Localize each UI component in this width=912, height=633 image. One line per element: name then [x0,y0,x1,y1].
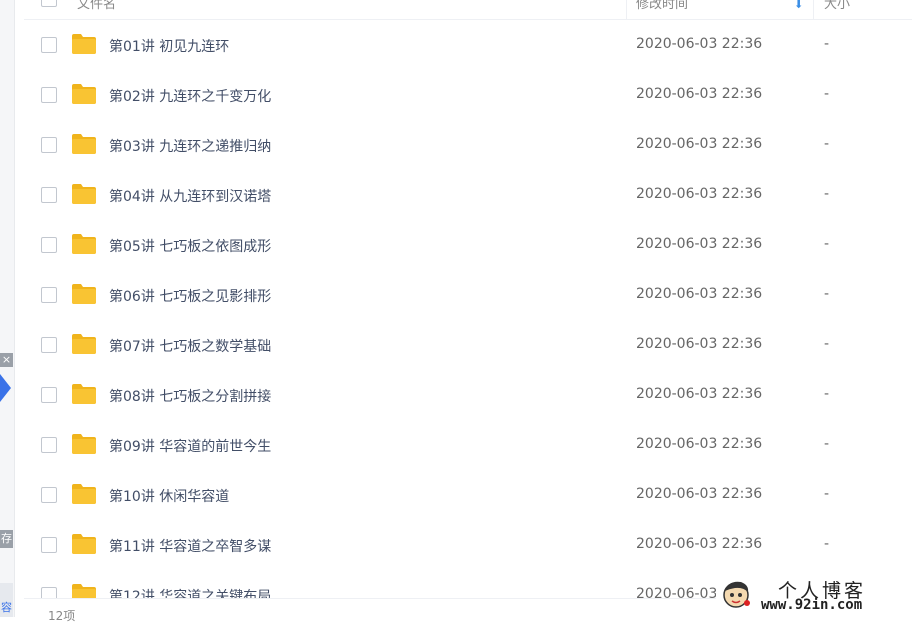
folder-icon [72,284,96,304]
file-name[interactable]: 第08讲 七巧板之分割拼接 [109,386,271,406]
folder-icon [72,584,96,598]
row-checkbox[interactable] [41,537,57,553]
row-checkbox[interactable] [41,37,57,53]
column-divider[interactable] [626,0,627,19]
file-name[interactable]: 第12讲 华容道之关键布局 [109,586,271,598]
file-row[interactable]: 第04讲 从九连环到汉诺塔 2020-06-03 22:36 - [24,170,912,220]
watermark: 个人博客 www.92in.com [716,573,912,617]
column-header-name[interactable]: 文件名 [77,0,116,12]
folder-icon [72,434,96,454]
folder-icon [72,184,96,204]
row-checkbox[interactable] [41,287,57,303]
file-size: - [824,486,830,502]
file-modified-date: 2020-06-03 22:36 [636,536,763,552]
file-row[interactable]: 第08讲 七巧板之分割拼接 2020-06-03 22:36 - [24,370,912,420]
file-row[interactable]: 第10讲 休闲华容道 2020-06-03 22:36 - [24,470,912,520]
file-name[interactable]: 第09讲 华容道的前世今生 [109,436,271,456]
folder-icon [72,84,96,104]
file-row[interactable]: 第06讲 七巧板之见影排形 2020-06-03 22:36 - [24,270,912,320]
file-name[interactable]: 第03讲 九连环之递推归纳 [109,136,271,156]
file-row[interactable]: 第03讲 九连环之递推归纳 2020-06-03 22:36 - [24,120,912,170]
file-modified-date: 2020-06-03 22:36 [636,286,763,302]
file-row[interactable]: 第11讲 华容道之卒智多谋 2020-06-03 22:36 - [24,520,912,570]
file-size: - [824,536,830,552]
row-checkbox[interactable] [41,437,57,453]
file-name[interactable]: 第04讲 从九连环到汉诺塔 [109,186,271,206]
file-modified-date: 2020-06-03 22:36 [636,386,763,402]
file-modified-date: 2020-06-03 22:36 [636,36,763,52]
row-checkbox[interactable] [41,487,57,503]
file-row[interactable]: 第09讲 华容道的前世今生 2020-06-03 22:36 - [24,420,912,470]
file-modified-date: 2020-06-03 22:36 [636,86,763,102]
column-header-date[interactable]: 修改时间 [636,0,688,12]
file-name[interactable]: 第02讲 九连环之千变万化 [109,86,271,106]
file-name[interactable]: 第07讲 七巧板之数学基础 [109,336,271,356]
folder-icon [72,484,96,504]
folder-icon [72,534,96,554]
folder-icon [72,34,96,54]
row-checkbox[interactable] [41,137,57,153]
row-checkbox[interactable] [41,237,57,253]
file-size: - [824,436,830,452]
close-icon[interactable]: × [0,353,13,367]
file-name[interactable]: 第05讲 七巧板之依图成形 [109,236,271,256]
file-size: - [824,86,830,102]
folder-icon [72,384,96,404]
side-tab-label[interactable]: 存 [0,530,13,548]
folder-icon [72,134,96,154]
file-size: - [824,136,830,152]
folder-icon [72,234,96,254]
file-size: - [824,236,830,252]
file-size: - [824,286,830,302]
file-list: 第01讲 初见九连环 2020-06-03 22:36- 第02讲 九连环之千变万化… [24,20,912,598]
expand-arrow-icon[interactable] [0,374,11,402]
row-checkbox[interactable] [41,387,57,403]
file-row[interactable]: 第01讲 初见九连环 2020-06-03 22:36 - [24,20,912,70]
file-modified-date: 2020-06-03 22:36 [636,236,763,252]
row-checkbox[interactable] [41,587,57,598]
file-modified-date: 2020-06-03 22:36 [636,136,763,152]
mascot-logo-icon [723,581,750,608]
file-size: - [824,386,830,402]
watermark-url: www.92in.com [761,597,863,613]
item-count: 12项 [48,609,76,623]
file-modified-date: 2020-06-03 22:36 [636,486,763,502]
row-checkbox[interactable] [41,87,57,103]
column-divider[interactable] [813,0,814,19]
file-modified-date: 2020-06-03 22:36 [636,186,763,202]
file-list-header: 文件名 修改时间 ⬇ 大小 [24,0,912,20]
row-checkbox[interactable] [41,187,57,203]
left-side-panel-edge: × 存 容 [0,0,15,617]
file-size: - [824,36,830,52]
file-name[interactable]: 第01讲 初见九连环 [109,36,229,56]
file-row[interactable]: 第02讲 九连环之千变万化 2020-06-03 22:36 - [24,70,912,120]
sort-desc-icon[interactable]: ⬇ [794,0,803,11]
file-row[interactable]: 第07讲 七巧板之数学基础 2020-06-03 22:36 - [24,320,912,370]
file-modified-date: 2020-06-03 22:36 [636,336,763,352]
column-header-size[interactable]: 大小 [824,0,850,12]
side-tab-label-2[interactable]: 容 [0,583,13,617]
file-size: - [824,186,830,202]
file-size: - [824,336,830,352]
select-all-checkbox[interactable] [41,0,57,7]
folder-icon [72,334,96,354]
file-name[interactable]: 第10讲 休闲华容道 [109,486,229,506]
file-name[interactable]: 第11讲 华容道之卒智多谋 [109,536,271,556]
file-row[interactable]: 第05讲 七巧板之依图成形 2020-06-03 22:36 - [24,220,912,270]
file-modified-date: 2020-06-03 22:36 [636,436,763,452]
row-checkbox[interactable] [41,337,57,353]
file-name[interactable]: 第06讲 七巧板之见影排形 [109,286,271,306]
